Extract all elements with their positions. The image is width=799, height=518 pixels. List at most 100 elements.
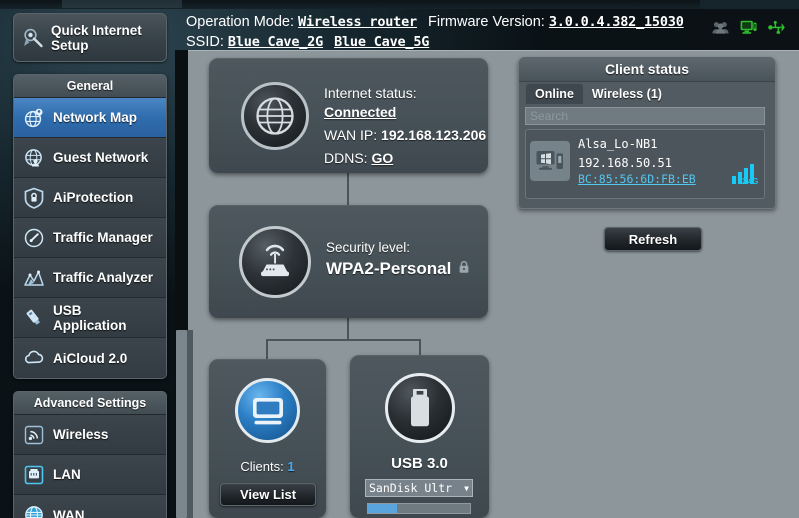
users-icon[interactable] <box>712 21 729 34</box>
sidebar-item-guest-network[interactable]: Guest Network <box>14 138 166 178</box>
client-search-input[interactable]: Search <box>525 107 765 125</box>
scrollbar-thumb[interactable] <box>176 330 187 518</box>
firmware-value[interactable]: 3.0.0.4.382_15030 <box>549 14 684 30</box>
client-monitor-icon[interactable] <box>740 20 757 35</box>
usb-drive-icon <box>385 373 455 443</box>
clients-label: Clients: <box>240 459 284 474</box>
quick-internet-setup-button[interactable]: Quick Internet Setup <box>13 13 167 62</box>
sidebar-item-network-map[interactable]: Network Map <box>14 98 166 138</box>
usb-usage-fill <box>368 504 397 513</box>
tree-line-to-clients <box>266 339 268 360</box>
internet-status-label: Internet status: <box>324 85 417 101</box>
client-band-label: 2.4G <box>741 177 758 186</box>
analytics-icon <box>23 267 45 289</box>
network-map-icon <box>23 107 45 129</box>
sidebar-group-advanced: Advanced Settings Wireless LAN WAN <box>13 391 167 518</box>
shield-icon <box>23 187 45 209</box>
sidebar-group-general: General Network Map Guest Network AiProt… <box>13 74 167 379</box>
sidebar-item-label: AiCloud 2.0 <box>53 350 128 366</box>
clients-count: 1 <box>287 459 295 474</box>
windows-pc-icon <box>530 141 570 181</box>
ddns-label: DDNS: <box>324 150 368 166</box>
sidebar-item-label: Guest Network <box>53 150 149 165</box>
sidebar-item-label: Traffic Manager <box>53 230 153 245</box>
usb-device-name: SanDisk Ultr <box>369 481 453 495</box>
sidebar: Quick Internet Setup General Network Map <box>13 13 167 518</box>
tree-line-horizontal <box>267 339 421 341</box>
client-status-panel: Client status Online Wireless (1) Search <box>518 57 776 209</box>
security-level-value: WPA2-Personal <box>326 259 452 278</box>
ddns-go-link[interactable]: GO <box>371 150 393 166</box>
sidebar-item-traffic-analyzer[interactable]: Traffic Analyzer <box>14 258 166 298</box>
view-list-button[interactable]: View List <box>220 483 316 506</box>
tab-wireless[interactable]: Wireless (1) <box>583 83 671 104</box>
sidebar-item-traffic-manager[interactable]: Traffic Manager <box>14 218 166 258</box>
ssid-5g-value[interactable]: Blue Cave_5G <box>334 34 429 50</box>
sidebar-item-label: AiProtection <box>53 190 134 205</box>
sidebar-item-label: Network Map <box>53 110 138 125</box>
operation-mode-label: Operation Mode: <box>186 14 295 30</box>
lan-icon <box>23 464 45 486</box>
quick-setup-label: Quick Internet Setup <box>51 22 142 53</box>
sidebar-item-label: LAN <box>53 467 81 482</box>
header-row-ssid: SSID: Blue Cave_2G Blue Cave_5G <box>186 32 706 52</box>
list-item[interactable]: Alsa_Lo-NB1 192.168.50.51 BC:85:56:6D:FB… <box>530 135 760 187</box>
internet-status-value[interactable]: Connected <box>324 104 396 120</box>
header-icon-group <box>712 20 785 35</box>
wan-globe-icon <box>23 504 45 518</box>
sidebar-item-label: Traffic Analyzer <box>53 270 154 285</box>
wireless-icon <box>23 424 45 446</box>
client-name: Alsa_Lo-NB1 <box>578 137 658 151</box>
usb-card[interactable]: USB 3.0 SanDisk Ultr ▼ <box>350 355 489 518</box>
sidebar-item-wan[interactable]: WAN <box>14 495 166 518</box>
operation-mode-value[interactable]: Wireless router <box>298 14 417 30</box>
router-admin-page: Operation Mode: Wireless router Firmware… <box>0 0 799 518</box>
client-status-title: Client status <box>519 57 775 82</box>
ssid-2g-value[interactable]: Blue Cave_2G <box>228 34 323 50</box>
firmware-label: Firmware Version: <box>428 14 545 30</box>
sidebar-item-aicloud[interactable]: AiCloud 2.0 <box>14 338 166 378</box>
client-status-body: Search Alsa_Lo-NB1 192.168.50.51 BC:85:5… <box>525 107 771 203</box>
lock-icon <box>458 258 470 280</box>
tree-line-security-down <box>347 318 349 340</box>
sidebar-item-aiprotection[interactable]: AiProtection <box>14 178 166 218</box>
usb-title: USB 3.0 <box>391 455 448 472</box>
usb-icon[interactable] <box>768 21 785 34</box>
sidebar-item-label: Wireless <box>53 427 109 442</box>
tree-line-internet-security <box>347 173 349 205</box>
security-level-card[interactable]: Security level: WPA2-Personal <box>209 205 488 318</box>
sidebar-item-wireless[interactable]: Wireless <box>14 415 166 455</box>
refresh-button[interactable]: Refresh <box>604 227 702 251</box>
sidebar-group-title-general: General <box>14 75 166 98</box>
header-row-mode: Operation Mode: Wireless router Firmware… <box>186 12 706 32</box>
cloud-icon <box>23 347 45 369</box>
sidebar-group-title-advanced: Advanced Settings <box>14 392 166 415</box>
security-text: Security level: WPA2-Personal <box>326 238 470 280</box>
tab-online[interactable]: Online <box>526 83 583 104</box>
clients-card[interactable]: Clients: 1 View List <box>209 359 326 518</box>
clients-count-row: Clients: 1 <box>209 459 326 474</box>
header-info: Operation Mode: Wireless router Firmware… <box>186 12 706 54</box>
monitor-icon <box>235 378 300 443</box>
security-level-label: Security level: <box>326 240 411 255</box>
internet-status-card[interactable]: Internet status: Connected WAN IP: 192.1… <box>209 58 488 173</box>
client-status-tabs: Online Wireless (1) <box>519 82 775 104</box>
globe-icon <box>241 82 309 150</box>
wan-ip-value: 192.168.123.206 <box>381 127 487 143</box>
usb-usage-bar <box>367 503 471 514</box>
ssid-label: SSID: <box>186 34 224 50</box>
top-strip-chip <box>62 0 182 8</box>
sidebar-item-label: WAN <box>53 507 85 518</box>
usb-device-select[interactable]: SanDisk Ultr ▼ <box>365 479 473 497</box>
scrollbar-side-shadow <box>187 330 193 518</box>
sidebar-item-usb-application[interactable]: USB Application <box>14 298 166 338</box>
usb-app-icon <box>23 307 45 329</box>
sidebar-item-label: USB Application <box>53 302 127 333</box>
client-list: Alsa_Lo-NB1 192.168.50.51 BC:85:56:6D:FB… <box>525 129 765 199</box>
quick-setup-icon <box>22 27 44 49</box>
internet-status-text: Internet status: Connected WAN IP: 192.1… <box>324 84 486 168</box>
tree-line-to-usb <box>419 339 421 356</box>
sidebar-item-lan[interactable]: LAN <box>14 455 166 495</box>
gauge-icon <box>23 227 45 249</box>
router-icon <box>239 226 311 298</box>
